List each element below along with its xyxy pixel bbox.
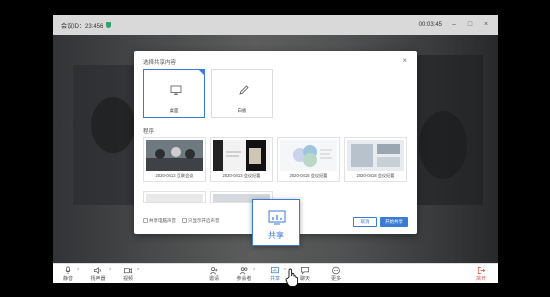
microphone-icon: [65, 266, 71, 275]
program-label: 2020-0412 互联会议: [155, 173, 194, 178]
share-label: 共享: [269, 276, 280, 282]
camera-icon: [124, 268, 132, 274]
share-desktop-label: 桌面: [169, 108, 179, 113]
share-video-option[interactable]: 只显示开启声音: [182, 218, 220, 224]
share-options: 共享电脑声音 只显示开启声音: [143, 218, 220, 224]
invite-label: 邀请: [208, 276, 219, 282]
screen-frame: 会议ID：23:456 00:03:45 – □ × 静音 ^ 扬声器 ^ 视频…: [0, 0, 550, 297]
speaker-icon: [94, 267, 101, 274]
invite-button[interactable]: 邀请: [201, 266, 227, 282]
close-icon[interactable]: ×: [402, 56, 407, 65]
invite-icon: [210, 267, 218, 275]
share-icon: [271, 266, 279, 274]
program-thumbnail[interactable]: 2020-0412 互联会议: [143, 137, 206, 182]
participants-label: 参会者: [236, 276, 252, 282]
program-preview: [146, 194, 203, 202]
meeting-info: 会议ID：23:456: [61, 21, 112, 30]
share-video-label: 只显示开启声音: [188, 218, 220, 223]
chevron-up-icon[interactable]: ^: [109, 268, 111, 274]
start-share-button[interactable]: 开始共享: [380, 217, 408, 227]
video-label: 视频: [122, 276, 133, 282]
pen-icon: [239, 85, 249, 95]
program-thumbnail[interactable]: 2020-0415 会议纪要: [277, 137, 340, 182]
selected-corner-icon: [198, 69, 205, 76]
share-content-heading: 选择共享内容: [143, 60, 177, 66]
monitor-icon: [170, 85, 182, 95]
shield-icon: [106, 22, 112, 28]
meeting-id-text: 会议ID：23:456: [61, 23, 104, 30]
hand-cursor-icon: [285, 268, 299, 287]
close-window-icon[interactable]: ×: [482, 21, 490, 29]
meeting-timer: 00:03:45: [418, 22, 442, 28]
share-icon: [268, 210, 286, 225]
program-label: 2020-0418 会议纪要: [356, 173, 395, 178]
chevron-up-icon[interactable]: ^: [77, 268, 79, 274]
maximize-icon[interactable]: □: [466, 21, 474, 29]
share-audio-label: 共享电脑声音: [149, 218, 176, 223]
program-preview: [213, 140, 270, 171]
chat-label: 聊天: [299, 276, 310, 282]
program-thumbnail[interactable]: 2020-0413 会议纪要: [210, 137, 273, 182]
chevron-up-icon[interactable]: ^: [253, 268, 255, 274]
program-preview: [280, 140, 337, 171]
title-bar: 会议ID：23:456 00:03:45 – □ ×: [53, 15, 498, 35]
more-icon: [332, 266, 340, 275]
program-label: 2020-0413 会议纪要: [222, 173, 261, 178]
more-label: 更多: [330, 276, 341, 282]
program-thumbnail[interactable]: 2020-0418 会议纪要: [344, 137, 407, 182]
participants-icon: [239, 267, 248, 275]
cancel-button[interactable]: 取消: [353, 217, 377, 227]
share-popup-label: 共享: [268, 231, 284, 240]
speaker-label: 扬声器: [90, 276, 106, 282]
programs-heading: 程序: [143, 129, 155, 135]
share-whiteboard-card[interactable]: 白板: [211, 69, 273, 118]
share-desktop-card[interactable]: 桌面: [143, 69, 205, 118]
program-preview: [146, 140, 203, 171]
more-button[interactable]: 更多: [323, 266, 349, 282]
minimize-icon[interactable]: –: [450, 21, 458, 29]
checkbox-icon: [182, 218, 187, 224]
share-audio-option[interactable]: 共享电脑声音: [143, 218, 176, 224]
share-whiteboard-label: 白板: [237, 108, 247, 113]
mute-label: 静音: [62, 276, 73, 282]
window-controls: 00:03:45 – □ ×: [419, 21, 490, 29]
checkbox-icon: [143, 218, 148, 224]
speaker-button[interactable]: 扬声器: [85, 266, 111, 282]
watermark-text: @稀土掘金技术社区: [420, 273, 493, 282]
chat-icon: [301, 266, 309, 275]
program-label: 2020-0415 会议纪要: [289, 173, 328, 178]
share-tooltip-popup[interactable]: 共享: [252, 199, 300, 246]
program-thumbnail[interactable]: [143, 191, 206, 203]
chevron-up-icon[interactable]: ^: [137, 268, 139, 274]
program-preview: [347, 140, 404, 171]
